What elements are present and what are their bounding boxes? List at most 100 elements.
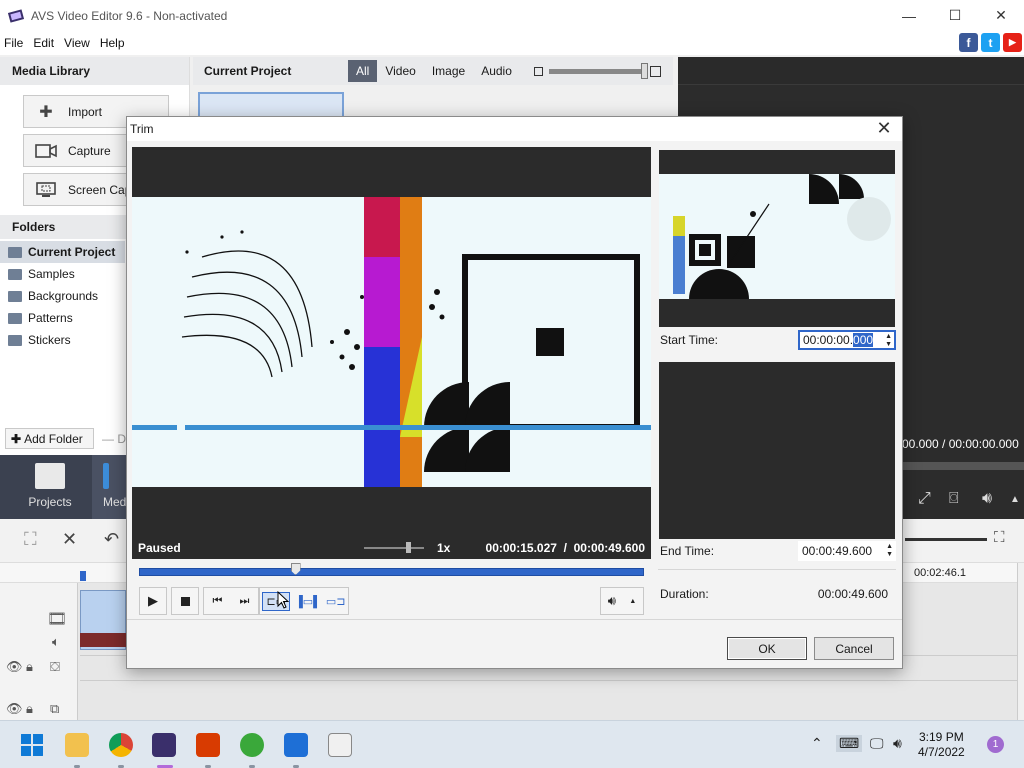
close-button[interactable]: ✕	[978, 0, 1024, 31]
network-icon[interactable]: 🖵︎	[870, 735, 884, 752]
store-icon[interactable]	[328, 733, 352, 757]
playback-speed: 1x	[437, 541, 451, 555]
lock-icon[interactable]: 🔒︎	[26, 659, 33, 675]
trim-seek-bar[interactable]	[139, 568, 644, 576]
timeline-scrollbar[interactable]	[1017, 563, 1024, 720]
timeline-zoom-slider[interactable]	[905, 538, 987, 541]
start-time-selection: 000	[853, 333, 874, 347]
menu-view[interactable]: View	[59, 36, 95, 50]
end-time-value: 00:00:49.600	[802, 544, 873, 558]
menu-file[interactable]: File	[0, 36, 28, 50]
tab-all[interactable]: All	[348, 60, 378, 82]
media-player-icon[interactable]	[284, 733, 308, 757]
cancel-button[interactable]: Cancel	[814, 637, 894, 660]
office-icon[interactable]	[196, 733, 220, 757]
preview-seek-bar[interactable]	[902, 462, 1024, 470]
start-time-row: Start Time: 00:00:00. 000 ▲ ▼	[658, 328, 896, 352]
file-explorer-icon[interactable]	[65, 733, 89, 757]
taskbar: ⌃ ⌨︎ 🖵︎ 🔊︎ 3:19 PM 4/7/2022 1	[0, 720, 1024, 768]
cut-middle-icon[interactable]: ▐▭▌	[295, 595, 321, 608]
volume-dropdown-icon[interactable]: ▲	[629, 598, 636, 605]
volume-menu-icon[interactable]: ▲	[1010, 494, 1020, 505]
playback-time: 00:00:15.027 / 00:00:49.600	[486, 541, 645, 555]
trim-video-preview	[132, 147, 651, 558]
eye-icon[interactable]: 👁︎	[6, 701, 23, 717]
menu-help[interactable]: Help	[95, 36, 130, 50]
lock-icon[interactable]: 🔒︎	[26, 701, 33, 717]
snapshot-icon[interactable]: ⌼	[949, 490, 959, 508]
trim-dialog: Trim ✕ Paused 1x 00:00:15.027 / 00:00:49…	[126, 116, 903, 669]
playhead-marker[interactable]	[80, 571, 86, 581]
start-time-label: Start Time:	[660, 333, 719, 347]
end-time-label: End Time:	[660, 544, 715, 558]
add-folder-button[interactable]: ✚ Add Folder	[5, 428, 94, 449]
network-app-icon[interactable]	[240, 733, 264, 757]
trim-mode-group: ⊏▭ ▐▭▌ ▭⊐	[259, 587, 349, 615]
window-title: AVS Video Editor 9.6 - Non-activated	[31, 8, 228, 23]
folder-label: Stickers	[28, 333, 71, 347]
maximize-button[interactable]: ☐	[932, 0, 978, 31]
speaker-icon: 🔊︎	[607, 593, 616, 608]
speed-slider[interactable]	[364, 547, 424, 549]
twitter-icon[interactable]: t	[981, 33, 1000, 52]
play-button[interactable]: ▶	[139, 587, 167, 615]
keyboard-icon[interactable]: ⌨︎	[836, 735, 863, 752]
zoom-slider-handle[interactable]	[640, 62, 648, 79]
fullscreen-icon[interactable]: ⤢	[918, 490, 931, 508]
import-label: Import	[68, 104, 103, 119]
notification-badge[interactable]: 1	[987, 736, 1004, 753]
set-end-marker-icon[interactable]: ▭⊐	[326, 595, 346, 608]
trim-close-button[interactable]: ✕	[872, 118, 896, 139]
volume-button[interactable]: 🔊︎ ▲	[600, 587, 644, 615]
clock-time: 3:19 PM	[919, 730, 964, 744]
facebook-icon[interactable]: f	[959, 33, 978, 52]
delete-icon[interactable]: ✕	[62, 529, 77, 550]
volume-tray-icon[interactable]: 🔊︎	[893, 735, 902, 752]
zoom-slider[interactable]	[548, 62, 648, 79]
folder-current-project[interactable]: Current Project	[0, 241, 125, 263]
ok-button[interactable]: OK	[727, 637, 807, 660]
undo-icon[interactable]: ↶	[104, 529, 119, 550]
menu-edit[interactable]: Edit	[28, 36, 59, 50]
stop-button[interactable]	[171, 587, 199, 615]
social-links: f t ▶	[959, 33, 1022, 52]
system-clock[interactable]: 3:19 PM 4/7/2022	[918, 730, 965, 760]
chrome-icon[interactable]	[109, 733, 133, 757]
folder-icon	[8, 290, 22, 302]
time-separator: /	[563, 541, 567, 555]
current-project-title: Current Project	[204, 64, 292, 78]
end-time-input[interactable]: 00:00:49.600 ▲ ▼	[798, 541, 896, 561]
tab-projects[interactable]: Projects	[0, 455, 100, 519]
ruler-time: 00:02:46.1	[914, 567, 966, 579]
eye-icon[interactable]: 👁︎	[6, 659, 23, 675]
start-time-input[interactable]: 00:00:00. 000 ▲ ▼	[798, 330, 896, 350]
tab-media[interactable]: Medi	[92, 455, 126, 519]
audio-mute-icon[interactable]: 🔈︎	[52, 634, 60, 650]
fit-timeline-icon[interactable]: ⛶	[994, 529, 1005, 546]
tab-video[interactable]: Video	[377, 60, 423, 82]
tab-audio[interactable]: Audio	[473, 60, 520, 82]
minimize-button[interactable]: —	[886, 0, 932, 31]
tab-image[interactable]: Image	[424, 60, 473, 82]
timeline-audio-waveform[interactable]	[80, 633, 126, 647]
tray-overflow-icon[interactable]: ⌃	[811, 735, 823, 752]
media-library-title: Media Library	[0, 57, 189, 85]
previous-frame-icon[interactable]: ⏮︎	[213, 595, 223, 608]
delete-folder-label: D	[117, 432, 127, 446]
start-time-spinner[interactable]: ▲ ▼	[885, 333, 892, 349]
avs-video-editor-taskbar-icon[interactable]	[152, 733, 176, 757]
menu-bar: File Edit View Help	[0, 31, 1024, 55]
mouse-cursor	[277, 590, 290, 614]
thumbnail-zoom-control[interactable]	[533, 62, 661, 79]
end-time-spinner[interactable]: ▲ ▼	[886, 543, 893, 559]
delete-folder-button[interactable]: — D	[102, 432, 126, 446]
overlay-track-icon: ⧉	[50, 701, 60, 716]
effect-track-icon: ⛋	[50, 659, 60, 674]
divider	[658, 569, 896, 570]
storyboard-icon[interactable]: ⛶	[24, 529, 37, 550]
volume-icon[interactable]: 🔊︎	[982, 490, 992, 508]
windows-start-icon[interactable]	[20, 733, 44, 757]
speed-slider-handle[interactable]	[406, 542, 411, 553]
youtube-icon[interactable]: ▶	[1003, 33, 1022, 52]
next-frame-icon[interactable]: ⏭︎	[240, 595, 250, 608]
